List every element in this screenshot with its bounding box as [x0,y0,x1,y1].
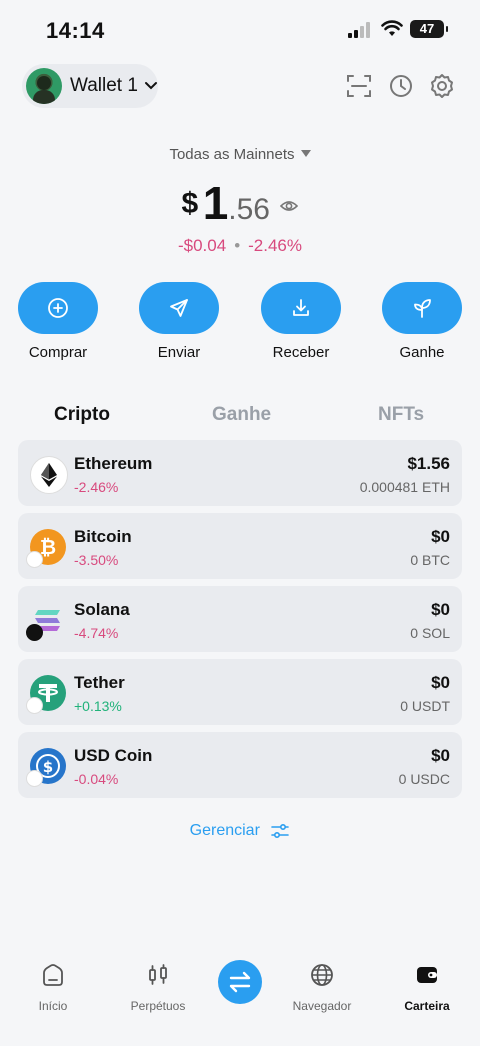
separator-dot: • [234,236,241,255]
bottom-navigation: Início Perpétuos Navegador Carteira [0,940,480,1046]
sliders-icon [271,823,290,839]
nav-perpetuals[interactable]: Perpétuos [113,962,203,1013]
ethereum-icon [30,456,68,494]
token-name: Solana [74,600,130,619]
avatar [26,68,62,104]
token-amount: 0 USDC [398,771,450,787]
manage-tokens-link[interactable]: Gerenciar [0,822,480,840]
token-row-solana[interactable]: Solana -4.74% $0 0 SOL [18,586,462,652]
svg-text:$: $ [43,758,53,776]
candlestick-icon [149,964,167,985]
wallet-icon [417,967,437,983]
earn-action[interactable]: Ganhe [381,282,463,361]
plus-circle-icon [48,298,68,318]
token-amount: 0 BTC [410,552,450,568]
earn-label: Ganhe [399,344,445,361]
token-value: $1.56 [407,454,450,473]
token-row-usdc[interactable]: $ USD Coin -0.04% $0 0 USDC [18,732,462,798]
solana-icon [26,602,66,641]
tab-crypto[interactable]: Cripto [54,404,110,426]
balance-change: -$0.04 • -2.46% [0,236,480,256]
nav-label: Navegador [292,999,352,1013]
wifi-icon [381,20,403,36]
balance-currency: $ [181,187,199,220]
swap-button[interactable] [218,960,262,1004]
buy-action[interactable]: Comprar [17,282,99,361]
manage-label: Gerenciar [189,822,260,839]
nav-label: Perpétuos [130,999,186,1013]
token-amount: 0 SOL [410,625,450,641]
receive-label: Receber [272,344,330,361]
earn-button[interactable] [382,282,462,334]
scan-icon[interactable] [345,72,373,100]
balance-change-pct: -2.46% [248,236,303,255]
send-action[interactable]: Enviar [138,282,220,361]
receive-action[interactable]: Receber [260,282,342,361]
balance-decimal: .56 [228,193,270,226]
battery-indicator: 47 [410,20,448,38]
send-icon [170,299,188,317]
token-value: $0 [431,600,450,619]
network-ethereum-icon [26,551,43,568]
token-name: Ethereum [74,454,153,473]
gear-icon[interactable] [428,72,456,100]
home-icon [43,964,63,986]
tab-earn[interactable]: Ganhe [212,404,271,426]
nav-browser[interactable]: Navegador [277,962,367,1013]
nav-label: Início [38,999,68,1013]
total-balance: $ 1.56 [0,176,480,230]
sprout-icon [414,299,431,318]
token-name: Tether [74,673,125,692]
token-row-tether[interactable]: Tether +0.13% $0 0 USDT [18,659,462,725]
tab-nfts[interactable]: NFTs [378,404,424,426]
swap-icon [229,971,251,993]
token-change: -0.04% [74,771,119,787]
nav-label: Carteira [404,999,450,1013]
dropdown-triangle-icon [300,150,311,157]
balance-integer: 1 [202,177,229,229]
network-ethereum-icon [26,770,43,787]
token-name: USD Coin [74,746,153,765]
wallet-name: Wallet 1 [70,75,138,96]
usdc-icon: $ [26,748,66,787]
network-label: Todas as Mainnets [169,146,295,163]
token-change: -4.74% [74,625,119,641]
chevron-down-icon [144,82,157,90]
network-ethereum-icon [26,697,43,714]
buy-label: Comprar [28,344,88,361]
token-change: -3.50% [74,552,119,568]
asset-tabs: Cripto Ganhe NFTs [0,404,480,430]
token-row-ethereum[interactable]: Ethereum -2.46% $1.56 0.000481 ETH [18,440,462,506]
globe-icon [311,964,333,986]
wallet-selector[interactable]: Wallet 1 [22,64,158,108]
token-value: $0 [431,527,450,546]
token-amount: 0.000481 ETH [359,479,450,495]
status-time: 14:14 [46,18,105,43]
balance-change-usd: -$0.04 [177,236,227,255]
cellular-signal-icon [348,22,370,38]
token-amount: 0 USDT [400,698,450,714]
history-clock-icon[interactable] [387,72,415,100]
token-name: Bitcoin [74,527,132,546]
network-solana-icon [26,624,43,641]
eye-icon[interactable] [280,199,299,213]
send-button[interactable] [139,282,219,334]
send-label: Enviar [157,344,201,361]
status-bar: 14:14 47 [0,0,480,60]
token-value: $0 [431,673,450,692]
receive-button[interactable] [261,282,341,334]
nav-home[interactable]: Início [8,962,98,1013]
nav-wallet[interactable]: Carteira [382,962,472,1013]
buy-button[interactable] [18,282,98,334]
network-selector[interactable]: Todas as Mainnets [0,146,480,163]
token-change: -2.46% [74,479,119,495]
tether-icon [26,675,66,714]
token-value: $0 [431,746,450,765]
download-icon [293,299,309,316]
token-change: +0.13% [74,698,122,714]
token-row-bitcoin[interactable]: ₿ Bitcoin -3.50% $0 0 BTC [18,513,462,579]
bitcoin-icon: ₿ [26,529,66,568]
